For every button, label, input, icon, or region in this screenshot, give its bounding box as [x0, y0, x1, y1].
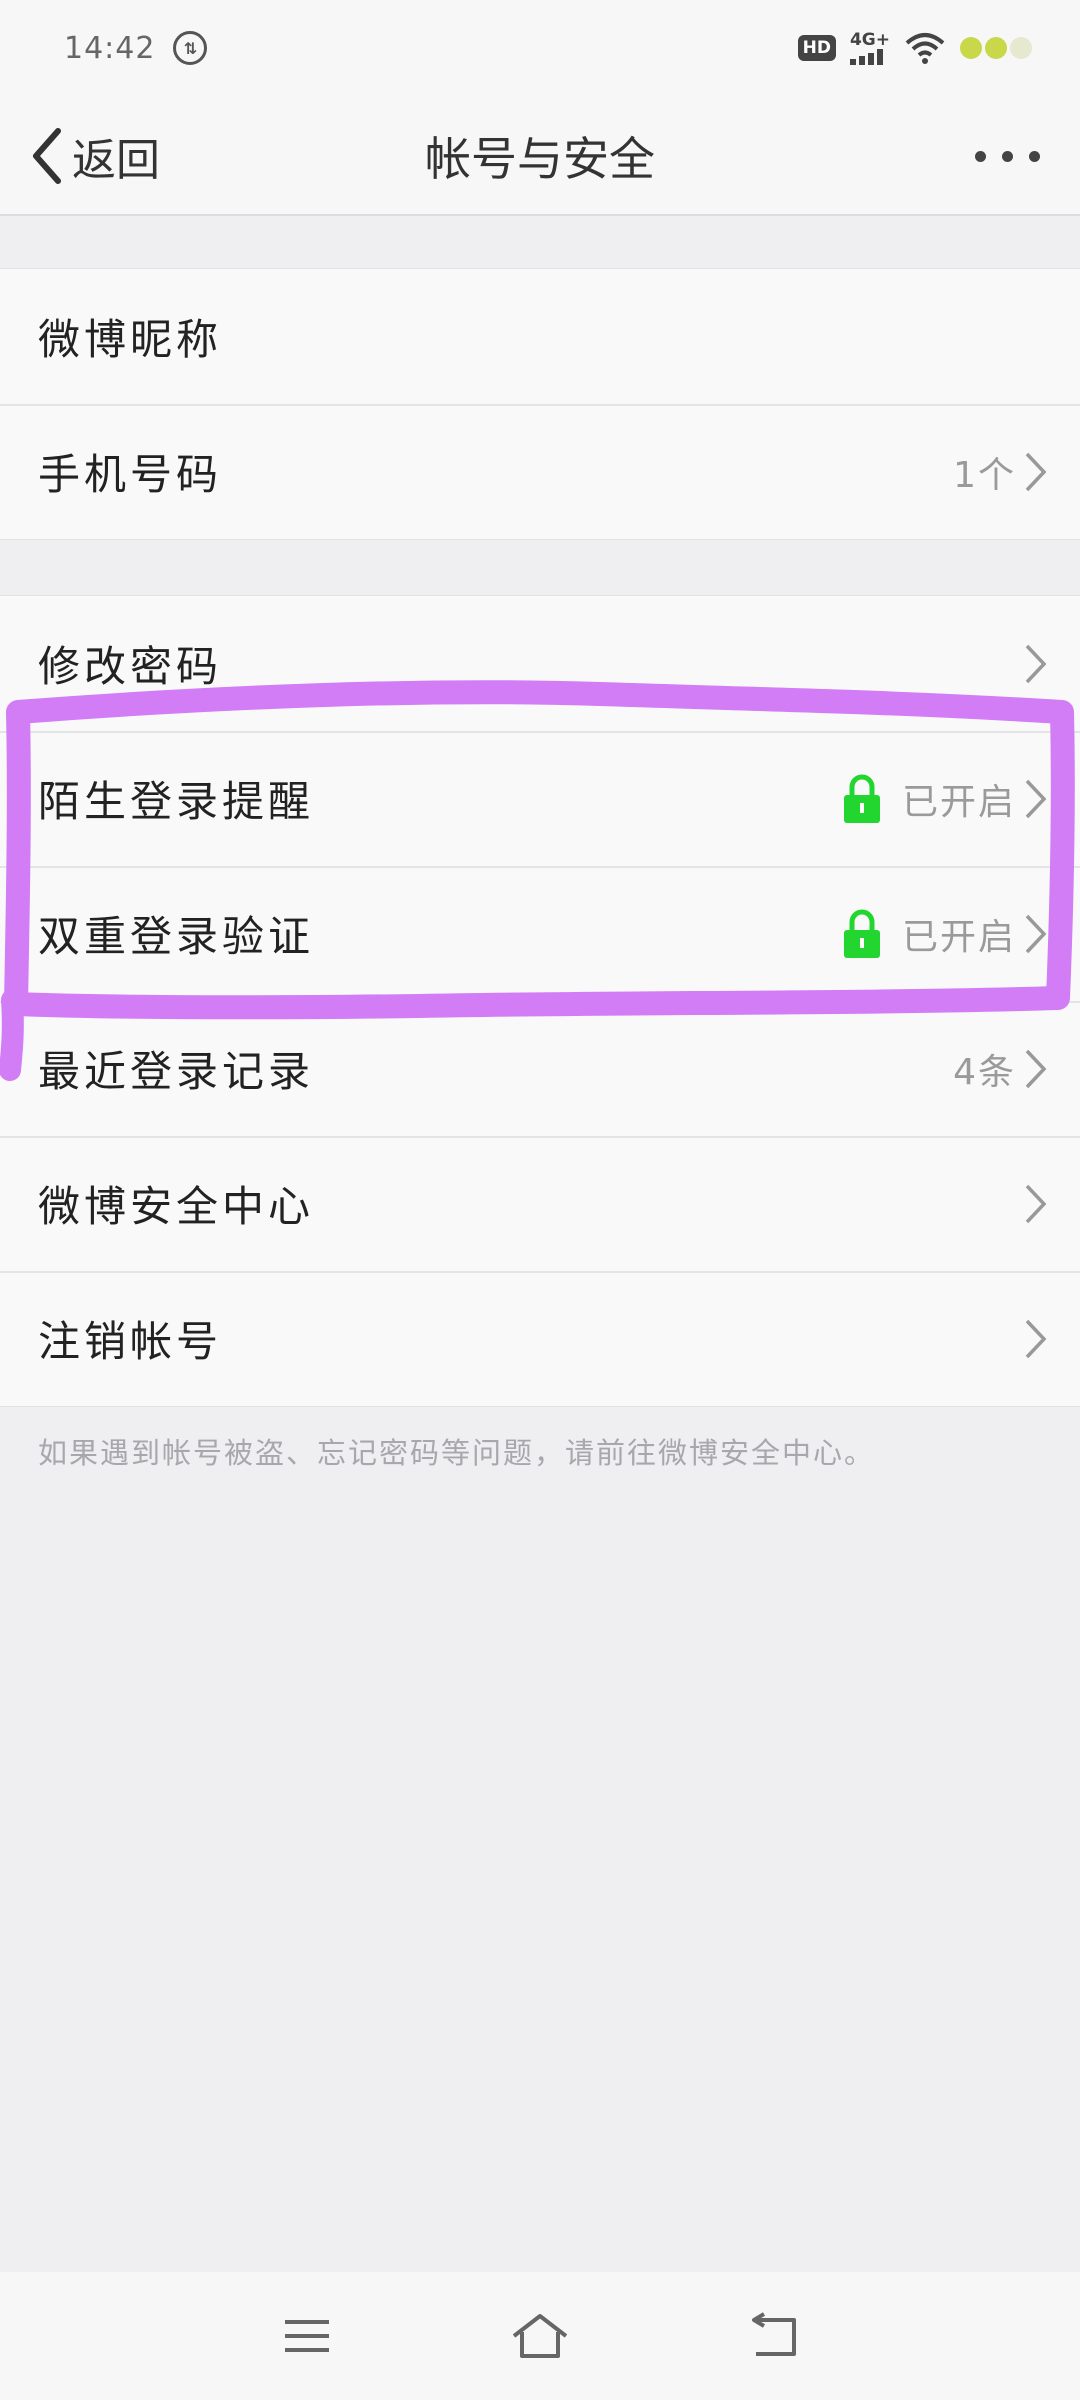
settings-row-change-password[interactable]: 修改密码 — [0, 596, 1080, 731]
settings-row-phone[interactable]: 手机号码 1个 — [0, 404, 1080, 539]
settings-row-unfamiliar-login-alert[interactable]: 陌生登录提醒 已开启 — [0, 731, 1080, 866]
row-value: 已开启 — [901, 781, 1016, 823]
settings-row-deactivate-account[interactable]: 注销帐号 — [0, 1271, 1080, 1406]
lock-icon — [843, 909, 880, 958]
wifi-icon — [905, 33, 945, 64]
more-dots-icon — [1002, 150, 1013, 162]
row-label: 微博安全中心 — [38, 1182, 315, 1231]
battery-cell — [1010, 37, 1032, 59]
signal-icon: 4G+ — [849, 29, 890, 65]
row-label: 最近登录记录 — [38, 1047, 315, 1096]
row-label: 修改密码 — [38, 642, 223, 691]
settings-row-recent-logins[interactable]: 最近登录记录 4条 — [0, 1001, 1080, 1136]
battery-cell — [985, 37, 1007, 59]
settings-row-nickname[interactable]: 微博昵称 — [0, 269, 1080, 404]
settings-row-two-step-verification[interactable]: 双重登录验证 已开启 — [0, 866, 1080, 1001]
row-label: 双重登录验证 — [38, 912, 315, 961]
hd-badge: HD — [797, 35, 836, 61]
row-value: 已开启 — [901, 916, 1016, 958]
back-label: 返回 — [72, 135, 160, 186]
menu-icon — [284, 2320, 329, 2352]
row-label: 微博昵称 — [38, 315, 223, 364]
more-dots-icon — [975, 150, 986, 162]
chevron-right-icon — [1025, 1184, 1047, 1223]
row-right: 4条 — [953, 1043, 1050, 1095]
security-group: 修改密码 陌生登录提醒 已开启 双重登录验证 已开启 最近登录记录 4条 微博安… — [0, 595, 1080, 1407]
row-right: 1个 — [953, 446, 1050, 498]
page-title: 帐号与安全 — [425, 132, 655, 186]
chevron-left-icon — [33, 128, 61, 184]
row-value: 4条 — [953, 1051, 1016, 1093]
battery-icon — [960, 37, 1032, 59]
row-right — [1022, 1183, 1050, 1225]
row-label: 注销帐号 — [38, 1317, 223, 1366]
home-button[interactable] — [500, 2296, 580, 2376]
more-options-button[interactable] — [975, 96, 1040, 216]
status-icons: HD 4G+ — [797, 29, 1032, 65]
row-right: 已开启 — [842, 773, 1050, 825]
status-bar: 14:42 ⇅ HD 4G+ — [0, 0, 1080, 96]
row-value: 1个 — [953, 454, 1016, 496]
chevron-right-icon — [1025, 452, 1047, 491]
system-back-button[interactable] — [733, 2296, 813, 2376]
chevron-right-icon — [1025, 1319, 1047, 1358]
back-icon — [752, 2312, 797, 2356]
row-right — [1022, 1318, 1050, 1360]
navigation-bar: 返回 帐号与安全 — [0, 96, 1080, 216]
more-dots-icon — [1029, 150, 1040, 162]
data-saver-icon: ⇅ — [173, 31, 208, 65]
row-right: 已开启 — [842, 908, 1050, 960]
row-label: 陌生登录提醒 — [38, 777, 315, 826]
settings-row-security-center[interactable]: 微博安全中心 — [0, 1136, 1080, 1271]
profile-group: 微博昵称 手机号码 1个 — [0, 268, 1080, 540]
menu-button[interactable] — [267, 2296, 347, 2376]
row-label: 手机号码 — [38, 450, 223, 499]
home-icon — [512, 2314, 568, 2358]
battery-cell — [960, 37, 982, 59]
system-navigation-bar — [0, 2272, 1080, 2400]
back-button[interactable]: 返回 — [30, 96, 160, 216]
account-security-screen: 14:42 ⇅ HD 4G+ 返回 帐号与安全 微博昵称 手机号码 1个 修改密… — [0, 0, 1080, 2400]
footer-note: 如果遇到帐号被盗、忘记密码等问题，请前往微博安全中心。 — [38, 1436, 876, 1470]
row-right — [1022, 643, 1050, 685]
chevron-right-icon — [1025, 779, 1047, 818]
status-time: 14:42 — [64, 30, 156, 66]
lock-icon — [843, 774, 880, 823]
chevron-right-icon — [1025, 914, 1047, 953]
chevron-right-icon — [1025, 1049, 1047, 1088]
chevron-right-icon — [1025, 644, 1047, 683]
network-type: 4G+ — [849, 29, 890, 50]
